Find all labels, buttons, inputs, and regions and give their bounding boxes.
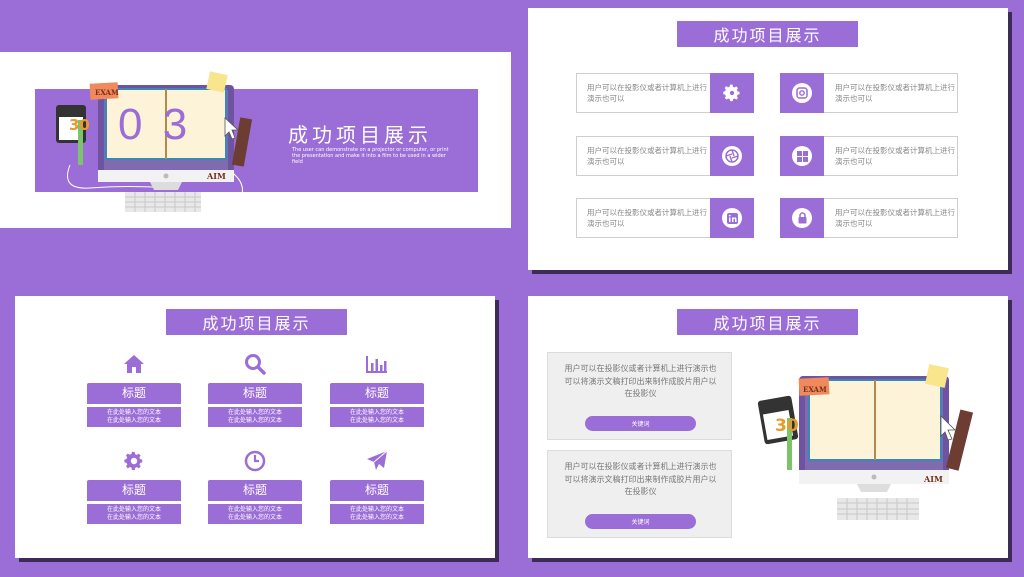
info-card-text: 用户可以在投影仪或者计算机上进行演示也可以: [835, 146, 955, 166]
info-card-text: 用户可以在投影仪或者计算机上进行演示也可以: [587, 83, 707, 103]
exam-sticker-label: EXAM: [95, 88, 119, 97]
feature-item-1: 标题 在此处输入您的文本 在此处输入您的文本: [87, 351, 181, 427]
info-card-5: 用户可以在投影仪或者计算机上进行演示也可以: [576, 198, 754, 238]
slide-3[interactable]: 成功项目展示 标题 在此处输入您的文本 在此处输入您的文本 标题 在此处输入您的文…: [0, 288, 511, 577]
aperture-icon: [725, 149, 739, 163]
calendar-number: 30: [69, 116, 90, 134]
feature-title: 标题: [208, 383, 302, 404]
slide-2[interactable]: 成功项目展示 用户可以在投影仪或者计算机上进行演示也可以 用户可以在投影仪或者计…: [513, 0, 1024, 286]
feature-text: 在此处输入您的文本 在此处输入您的文本: [208, 504, 302, 524]
gear-icon: [723, 84, 740, 102]
info-card-3: 用户可以在投影仪或者计算机上进行演示也可以: [576, 136, 754, 176]
aim-sticker-label: AIM: [207, 171, 226, 181]
info-card-icon-box: [710, 136, 754, 176]
info-card-icon-box: [710, 73, 754, 113]
feature-title: 标题: [208, 480, 302, 501]
feature-text: 在此处输入您的文本 在此处输入您的文本: [330, 504, 424, 524]
info-card-text: 用户可以在投影仪或者计算机上进行演示也可以: [587, 208, 707, 228]
computer-book-illustration: [757, 364, 974, 520]
section-number: 0 3: [118, 100, 192, 149]
info-card-icon-box: [710, 198, 754, 238]
feature-text: 在此处输入您的文本 在此处输入您的文本: [87, 504, 181, 524]
slide-1[interactable]: EXAM AIM 30 0 3 成功项目展示 The user can demo…: [0, 0, 511, 286]
feature-text: 在此处输入您的文本 在此处输入您的文本: [330, 407, 424, 427]
slide-2-title: 成功项目展示: [677, 21, 858, 47]
info-card-2: 用户可以在投影仪或者计算机上进行演示也可以: [780, 73, 958, 113]
feature-title: 标题: [87, 480, 181, 501]
keyword-button[interactable]: 关键词: [585, 416, 696, 431]
aim-sticker-label: AIM: [924, 474, 943, 484]
feature-item-6: 标题 在此处输入您的文本 在此处输入您的文本: [330, 448, 424, 524]
search-icon: [245, 354, 266, 375]
feature-title: 标题: [330, 480, 424, 501]
text-box-body: 用户可以在投影仪或者计算机上进行演示也可以将演示文稿打印出来制作成胶片用户以在投…: [564, 364, 717, 398]
home-icon: [124, 355, 144, 373]
feature-title: 标题: [87, 383, 181, 404]
instagram-icon: [796, 87, 808, 99]
exam-sticker-label: EXAM: [803, 385, 827, 394]
info-card-icon-box: [780, 73, 824, 113]
feature-item-3: 标题 在此处输入您的文本 在此处输入您的文本: [330, 351, 424, 427]
info-card-4: 用户可以在投影仪或者计算机上进行演示也可以: [780, 136, 958, 176]
slide-3-title: 成功项目展示: [166, 309, 347, 335]
feature-title: 标题: [330, 383, 424, 404]
feature-text: 在此处输入您的文本 在此处输入您的文本: [208, 407, 302, 427]
info-card-6: 用户可以在投影仪或者计算机上进行演示也可以: [780, 198, 958, 238]
feature-item-2: 标题 在此处输入您的文本 在此处输入您的文本: [208, 351, 302, 427]
gear-icon: [124, 451, 143, 470]
keyword-button[interactable]: 关键词: [585, 514, 696, 529]
lock-icon: [798, 212, 806, 224]
slide-4[interactable]: 成功项目展示 用户可以在投影仪或者计算机上进行演示也可以将演示文稿打印出来制作成…: [513, 288, 1024, 577]
linkedin-icon: [726, 212, 738, 224]
info-card-text: 用户可以在投影仪或者计算机上进行演示也可以: [835, 83, 955, 103]
calendar-number: 30: [775, 416, 799, 436]
info-card-icon-box: [780, 136, 824, 176]
text-box-body: 用户可以在投影仪或者计算机上进行演示也可以将演示文稿打印出来制作成胶片用户以在投…: [564, 462, 717, 496]
info-card-text: 用户可以在投影仪或者计算机上进行演示也可以: [587, 146, 707, 166]
slide-1-title: 成功项目展示: [288, 123, 432, 147]
slide-4-title: 成功项目展示: [677, 309, 858, 335]
feature-item-5: 标题 在此处输入您的文本 在此处输入您的文本: [208, 448, 302, 524]
info-card-icon-box: [780, 198, 824, 238]
bar-chart-icon: [366, 356, 387, 373]
text-box-1: 用户可以在投影仪或者计算机上进行演示也可以将演示文稿打印出来制作成胶片用户以在投…: [547, 352, 732, 440]
text-box-2: 用户可以在投影仪或者计算机上进行演示也可以将演示文稿打印出来制作成胶片用户以在投…: [547, 450, 732, 538]
paper-plane-icon: [367, 450, 388, 470]
windows-icon: [796, 150, 808, 162]
feature-item-4: 标题 在此处输入您的文本 在此处输入您的文本: [87, 448, 181, 524]
clock-icon: [244, 450, 266, 472]
slide-1-description: The user can demonstrate on a projector …: [292, 147, 449, 165]
feature-text: 在此处输入您的文本 在此处输入您的文本: [87, 407, 181, 427]
info-card-text: 用户可以在投影仪或者计算机上进行演示也可以: [835, 208, 955, 228]
info-card-1: 用户可以在投影仪或者计算机上进行演示也可以: [576, 73, 754, 113]
